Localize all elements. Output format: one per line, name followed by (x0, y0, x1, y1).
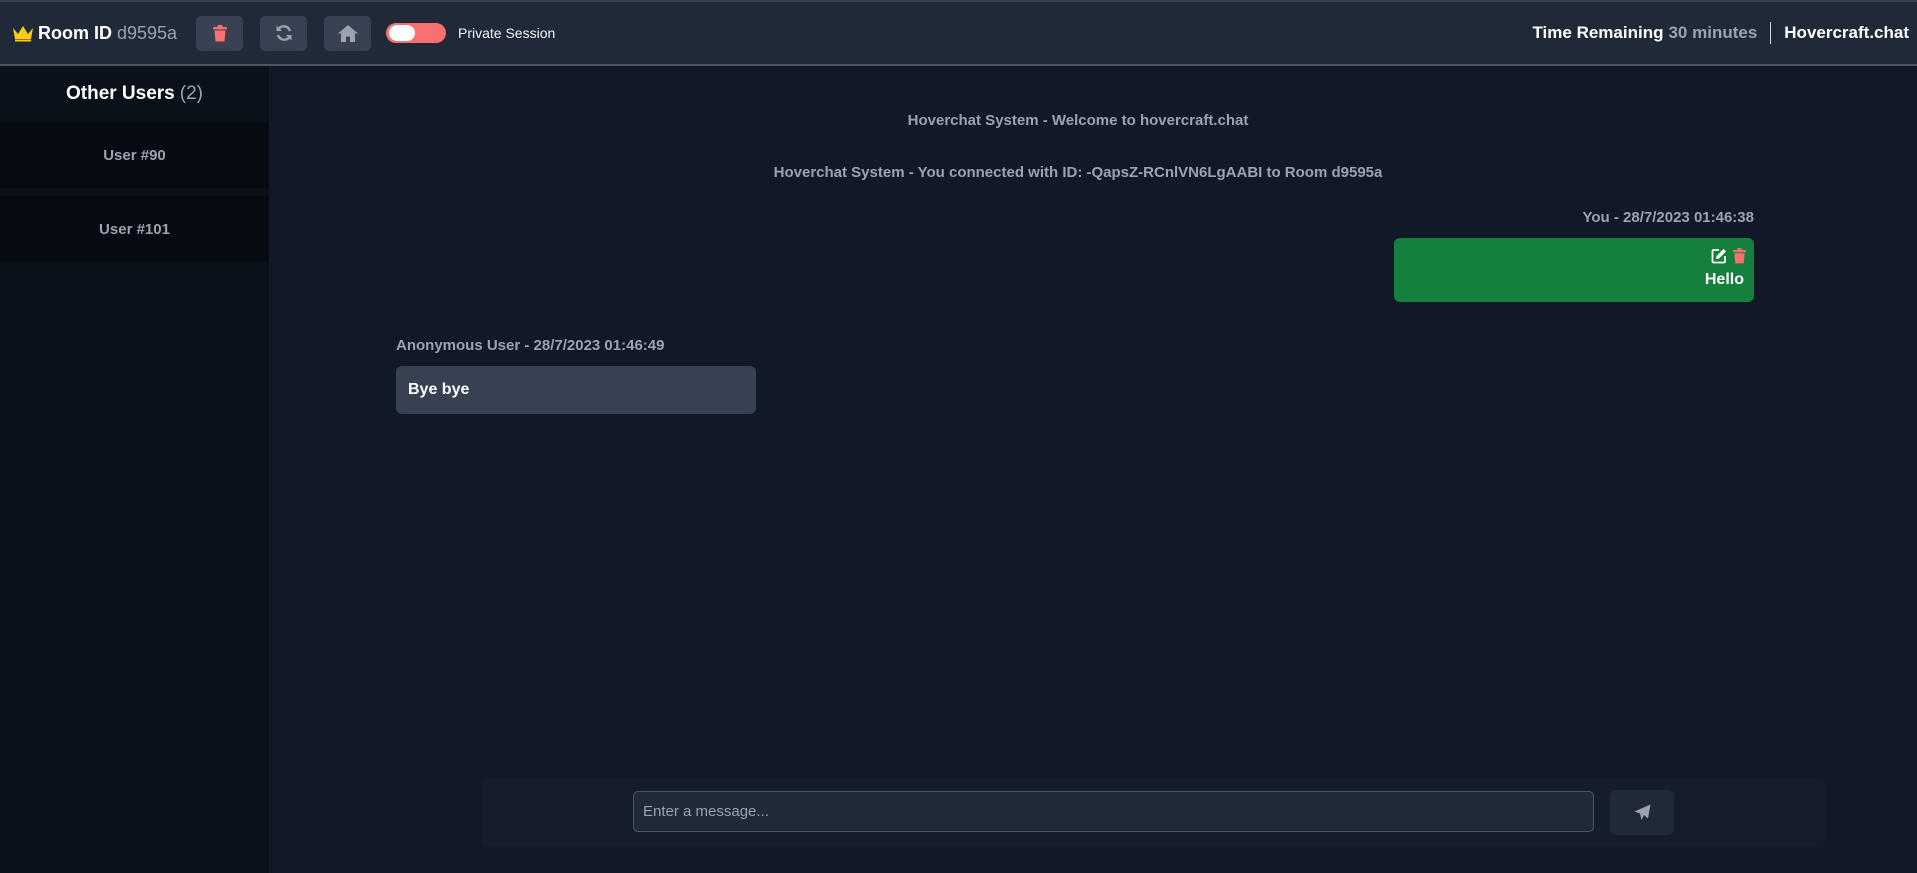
own-message-bubble: Hello (1394, 238, 1754, 302)
brand-name: Hovercraft.chat (1784, 23, 1909, 42)
chat-area: Hoverchat System - Welcome to hovercraft… (269, 66, 1917, 873)
sidebar-user-101[interactable]: User #101 (0, 196, 269, 262)
crown-icon (13, 26, 33, 42)
home-button[interactable] (324, 15, 371, 51)
edit-icon[interactable] (1711, 248, 1727, 264)
trash-icon (212, 24, 227, 41)
refresh-button[interactable] (260, 15, 307, 51)
user-label: User #90 (103, 146, 166, 164)
user-label: User #101 (99, 220, 170, 238)
own-message-text: Hello (1704, 271, 1744, 288)
room-label: Room ID (38, 22, 112, 43)
other-message-text: Bye bye (408, 381, 470, 398)
sidebar-title: Other Users (2) (0, 66, 269, 122)
own-message-meta: You - 28/7/2023 01:46:38 (1582, 209, 1755, 226)
message-composer (481, 779, 1825, 847)
other-message-meta: Anonymous User - 28/7/2023 01:46:49 (396, 337, 665, 354)
system-message: Hoverchat System - Welcome to hovercraft… (907, 112, 1249, 129)
home-icon (337, 24, 358, 42)
send-icon (1634, 804, 1650, 820)
sidebar-user-90[interactable]: User #90 (0, 122, 269, 188)
message-actions (1711, 248, 1746, 264)
send-button[interactable] (1610, 790, 1674, 835)
divider (1770, 22, 1772, 44)
toggle-knob (389, 25, 415, 41)
trash-icon[interactable] (1733, 248, 1746, 264)
private-session-toggle[interactable] (386, 23, 446, 43)
room-info: Room ID d9595a (12, 23, 196, 44)
room-id: d9595a (117, 22, 178, 43)
private-session-control: Private Session (386, 23, 555, 43)
other-message-bubble: Bye bye (396, 366, 756, 414)
user-count: (2) (179, 83, 203, 104)
time-remaining-label: Time Remaining (1532, 23, 1664, 42)
sidebar-title-label: Other Users (65, 83, 175, 104)
top-bar: Room ID d9595a Private Session Time Rema… (0, 0, 1917, 66)
private-session-label: Private Session (458, 25, 556, 41)
time-remaining-value: 30 minutes (1668, 23, 1758, 42)
message-input[interactable] (633, 791, 1594, 832)
sidebar: Other Users (2) User #90 User #101 (0, 66, 269, 873)
system-message: Hoverchat System - You connected with ID… (773, 164, 1383, 181)
top-right-info: Time Remaining 30 minutes Hovercraft.cha… (1532, 2, 1909, 64)
refresh-icon (276, 25, 291, 41)
delete-room-button[interactable] (196, 15, 243, 51)
